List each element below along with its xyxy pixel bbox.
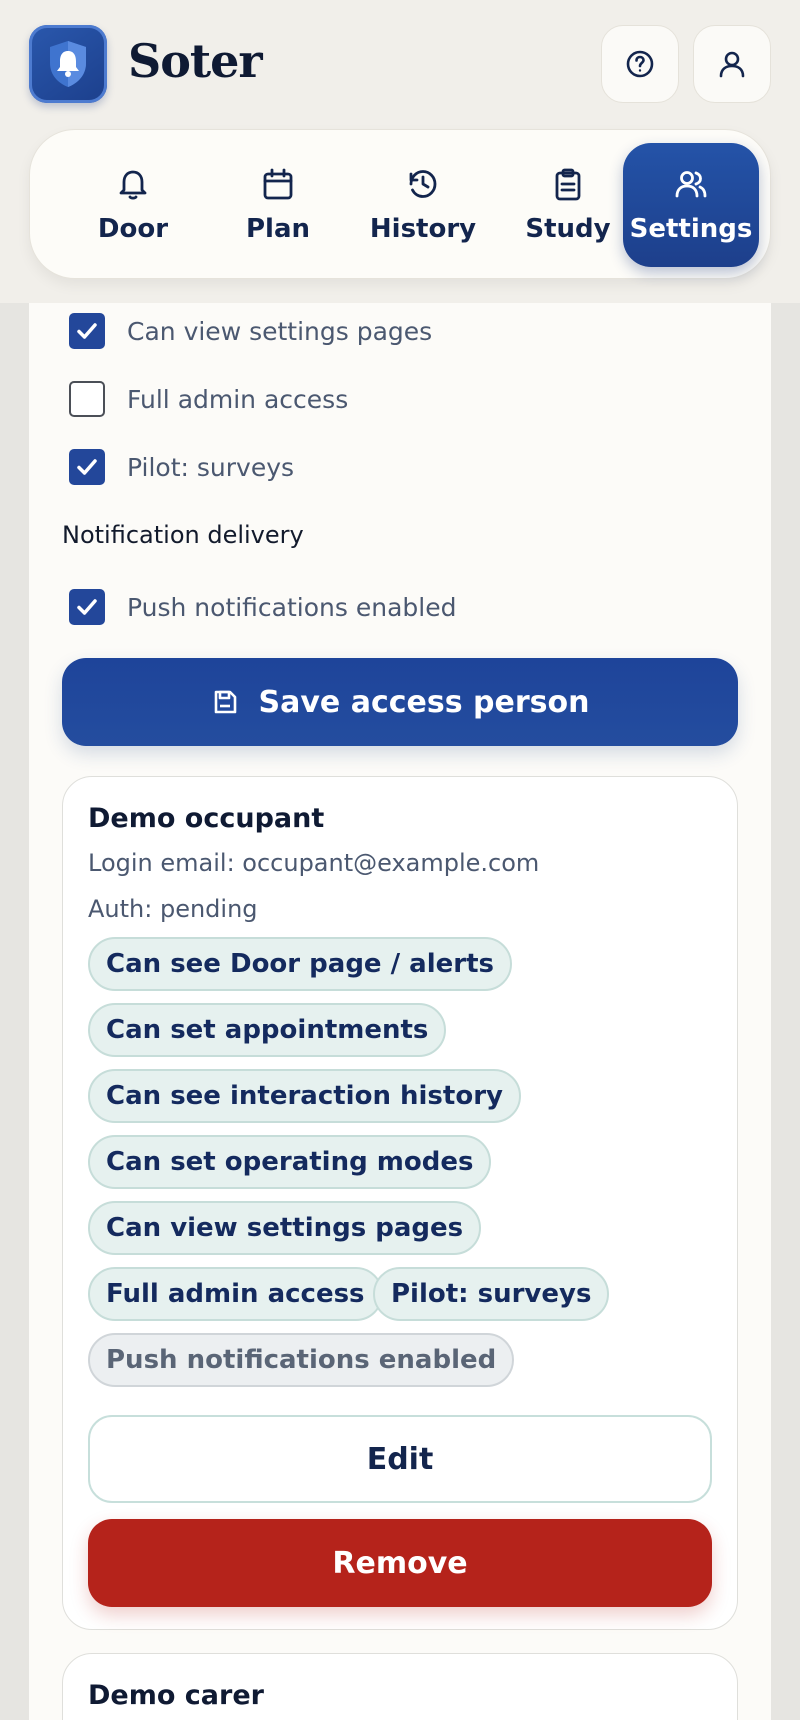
calendar-icon (263, 168, 293, 200)
permission-chip: Can set appointments (88, 1003, 447, 1057)
nav-item-label: Settings (629, 214, 753, 244)
permission-chip: Can set operating modes (88, 1135, 492, 1189)
app-header: Soter Door Plan History Study Settings (0, 0, 800, 303)
nav-item-plan[interactable]: Plan (210, 143, 346, 267)
person-auth-status: Auth: pending (88, 895, 258, 923)
nav-item-settings[interactable]: Settings (623, 143, 759, 267)
permission-label: Pilot: surveys (127, 452, 295, 482)
save-icon (214, 690, 236, 714)
person-card: Demo occupant Login email: occupant@exam… (62, 776, 738, 1630)
permission-label: Can view settings pages (127, 316, 433, 346)
permission-row[interactable]: Full admin access (69, 379, 348, 419)
nav-item-study[interactable]: Study (500, 143, 636, 267)
profile-button[interactable] (693, 25, 771, 103)
notification-section-title: Notification delivery (62, 521, 304, 549)
person-name: Demo occupant (88, 803, 325, 834)
help-circle-icon (626, 50, 654, 78)
clipboard-icon (555, 168, 581, 201)
notification-row[interactable]: Push notifications enabled (69, 587, 456, 627)
save-button-label: Save access person (258, 684, 590, 720)
person-login-email: Login email: occupant@example.com (88, 849, 540, 877)
remove-person-button[interactable]: Remove (88, 1519, 712, 1607)
checkmark-icon (77, 323, 97, 339)
notification-chip: Push notifications enabled (88, 1333, 515, 1387)
checkbox-checked[interactable] (69, 449, 105, 485)
user-icon (719, 51, 745, 78)
settings-panel: Can view settings pages Full admin acces… (29, 303, 771, 1720)
checkbox-checked[interactable] (69, 313, 105, 349)
person-name: Demo carer (88, 1680, 264, 1711)
nav-item-history[interactable]: History (355, 143, 491, 267)
permission-label: Full admin access (127, 384, 349, 414)
notification-label: Push notifications enabled (127, 592, 457, 622)
nav-item-label: Door (97, 214, 169, 244)
nav-item-label: Plan (245, 214, 311, 244)
checkmark-icon (77, 459, 97, 475)
nav-item-label: Study (525, 214, 611, 244)
checkbox-checked[interactable] (69, 589, 105, 625)
permission-row[interactable]: Can view settings pages (69, 311, 432, 351)
permission-chip: Pilot: surveys (373, 1267, 610, 1321)
permission-chip: Can see interaction history (88, 1069, 521, 1123)
permission-chip: Full admin access (88, 1267, 383, 1321)
person-card: Demo carer (62, 1653, 738, 1720)
checkbox-unchecked[interactable] (69, 381, 105, 417)
edit-person-button[interactable]: Edit (88, 1415, 712, 1503)
nav-item-label: History (369, 214, 477, 244)
main-navigation: Door Plan History Study Settings (29, 129, 771, 279)
bell-shield-icon (50, 41, 86, 87)
permission-chip: Can see Door page / alerts (88, 937, 512, 991)
users-icon (675, 171, 707, 198)
app-brand-name: Soter (128, 34, 263, 88)
help-button[interactable] (601, 25, 679, 103)
permission-row[interactable]: Pilot: surveys (69, 447, 294, 487)
save-access-person-button[interactable]: Save access person (62, 658, 738, 746)
permission-chip: Can view settings pages (88, 1201, 482, 1255)
nav-item-door[interactable]: Door (65, 143, 201, 267)
bell-icon (119, 170, 147, 200)
checkmark-icon (77, 599, 97, 615)
history-icon (409, 170, 437, 198)
app-logo[interactable] (29, 25, 107, 103)
